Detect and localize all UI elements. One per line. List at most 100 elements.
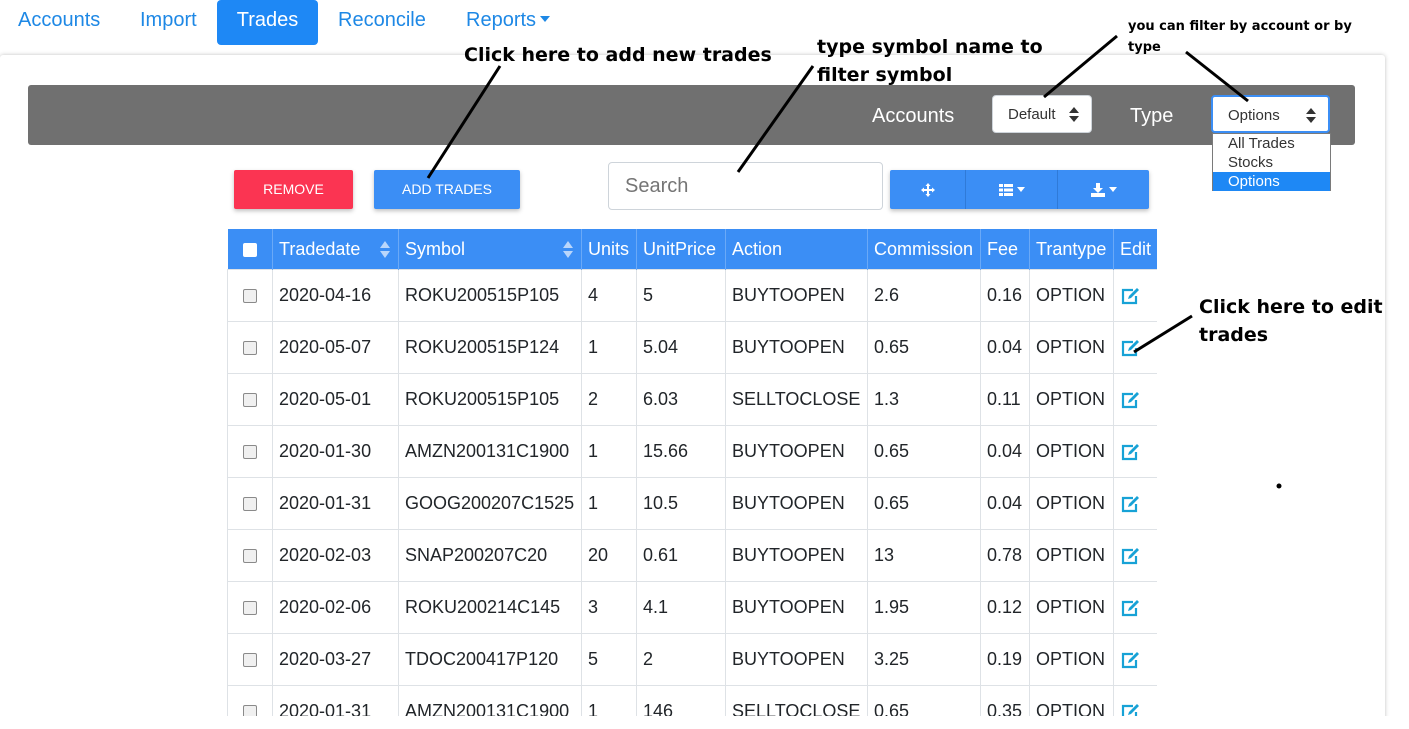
search-input[interactable]	[608, 162, 883, 210]
table-row: 2020-04-16 ROKU200515P105 4 5 BUYTOOPEN 2.6 0.…	[227, 269, 1157, 322]
export-button[interactable]	[1058, 170, 1149, 209]
cell-unitprice: 15.66	[636, 425, 726, 478]
nav-reconcile[interactable]: Reconcile	[338, 0, 426, 45]
cell-symbol: AMZN200131C1900	[398, 685, 582, 716]
columns-button[interactable]	[966, 170, 1057, 209]
col-action: Action	[725, 229, 868, 270]
nav-trades[interactable]: Trades	[217, 0, 318, 45]
cell-commission: 2.6	[867, 269, 981, 322]
row-checkbox[interactable]	[227, 477, 273, 530]
cell-unitprice: 146	[636, 685, 726, 716]
table-row: 2020-02-06 ROKU200214C145 3 4.1 BUYTOOPEN 1.9…	[227, 581, 1157, 634]
cell-action: BUYTOOPEN	[725, 321, 868, 374]
col-symbol[interactable]: Symbol	[398, 229, 582, 270]
filter-bar: Accounts Default Type Options	[28, 85, 1355, 145]
cell-trantype: OPTION	[1029, 477, 1114, 530]
row-checkbox[interactable]	[227, 373, 273, 426]
row-checkbox[interactable]	[227, 269, 273, 322]
move-button[interactable]	[890, 170, 965, 209]
download-icon	[1090, 182, 1105, 197]
type-option-stocks[interactable]: Stocks	[1213, 153, 1330, 172]
cell-tradedate: 2020-01-31	[272, 477, 399, 530]
cell-unitprice: 6.03	[636, 373, 726, 426]
cell-symbol: TDOC200417P120	[398, 633, 582, 686]
row-checkbox[interactable]	[227, 581, 273, 634]
select-all-checkbox[interactable]	[227, 229, 273, 270]
type-select[interactable]: Options	[1211, 95, 1330, 133]
table-row: 2020-02-03 SNAP200207C20 20 0.61 BUYTOOPEN 13…	[227, 529, 1157, 582]
chevron-down-icon	[1108, 187, 1117, 193]
cell-unitprice: 2	[636, 633, 726, 686]
edit-button[interactable]	[1113, 633, 1157, 686]
row-checkbox[interactable]	[227, 685, 273, 716]
edit-button[interactable]	[1113, 321, 1157, 374]
cell-unitprice: 10.5	[636, 477, 726, 530]
cell-fee: 0.19	[980, 633, 1030, 686]
row-checkbox[interactable]	[227, 321, 273, 374]
type-label: Type	[1130, 105, 1174, 127]
edit-button[interactable]	[1113, 529, 1157, 582]
cell-trantype: OPTION	[1029, 581, 1114, 634]
edit-button[interactable]	[1113, 581, 1157, 634]
col-fee: Fee	[980, 229, 1030, 270]
edit-icon	[1121, 599, 1139, 616]
cell-commission: 0.65	[867, 321, 981, 374]
cell-symbol: ROKU200515P105	[398, 373, 582, 426]
col-edit: Edit	[1113, 229, 1157, 270]
row-checkbox[interactable]	[227, 529, 273, 582]
cell-action: BUYTOOPEN	[725, 425, 868, 478]
cell-fee: 0.04	[980, 425, 1030, 478]
cell-commission: 1.3	[867, 373, 981, 426]
edit-button[interactable]	[1113, 425, 1157, 478]
edit-icon	[1121, 495, 1139, 512]
col-tradedate[interactable]: Tradedate	[272, 229, 399, 270]
cell-action: BUYTOOPEN	[725, 477, 868, 530]
cell-tradedate: 2020-01-31	[272, 685, 399, 716]
cell-symbol: ROKU200515P105	[398, 269, 582, 322]
nav-accounts[interactable]: Accounts	[18, 0, 100, 45]
edit-icon	[1121, 703, 1139, 716]
nav-reports[interactable]: Reports	[466, 0, 551, 45]
annotation-add-trades: Click here to add new trades	[464, 44, 772, 66]
cell-tradedate: 2020-01-30	[272, 425, 399, 478]
cell-units: 1	[581, 477, 637, 530]
cell-trantype: OPTION	[1029, 321, 1114, 374]
edit-button[interactable]	[1113, 269, 1157, 322]
trades-table: Tradedate Symbol Units UnitPrice Action …	[227, 229, 1157, 716]
cell-tradedate: 2020-05-07	[272, 321, 399, 374]
cell-action: SELLTOCLOSE	[725, 373, 868, 426]
page-bottom-edge	[0, 716, 1409, 729]
accounts-select[interactable]: Default	[992, 95, 1092, 133]
edit-button[interactable]	[1113, 477, 1157, 530]
edit-button[interactable]	[1113, 373, 1157, 426]
grid-icon	[998, 183, 1013, 196]
col-trantype: Trantype	[1029, 229, 1114, 270]
table-row: 2020-05-07 ROKU200515P124 1 5.04 BUYTOOPEN 0.…	[227, 321, 1157, 374]
cell-commission: 0.65	[867, 685, 981, 716]
chevron-down-icon	[1016, 187, 1025, 193]
edit-button[interactable]	[1113, 685, 1157, 716]
row-checkbox[interactable]	[227, 633, 273, 686]
type-option-all-trades[interactable]: All Trades	[1213, 134, 1330, 153]
cell-commission: 0.65	[867, 425, 981, 478]
cell-units: 3	[581, 581, 637, 634]
cell-units: 4	[581, 269, 637, 322]
cell-unitprice: 5.04	[636, 321, 726, 374]
remove-button[interactable]: REMOVE	[234, 170, 353, 209]
type-option-options[interactable]: Options	[1213, 172, 1330, 191]
annotation-search: type symbol name to filter symbol	[817, 36, 1043, 86]
move-icon	[920, 182, 935, 197]
row-checkbox[interactable]	[227, 425, 273, 478]
cell-fee: 0.35	[980, 685, 1030, 716]
add-trades-button[interactable]: ADD TRADES	[374, 170, 520, 209]
table-tools-group	[890, 170, 1149, 209]
edit-icon	[1121, 391, 1139, 408]
cell-tradedate: 2020-05-01	[272, 373, 399, 426]
top-nav: Accounts Import Trades Reconcile Reports	[0, 0, 600, 45]
nav-import[interactable]: Import	[140, 0, 197, 45]
cell-symbol: ROKU200515P124	[398, 321, 582, 374]
edit-icon	[1121, 651, 1139, 668]
cell-unitprice: 5	[636, 269, 726, 322]
cell-units: 2	[581, 373, 637, 426]
cell-trantype: OPTION	[1029, 529, 1114, 582]
